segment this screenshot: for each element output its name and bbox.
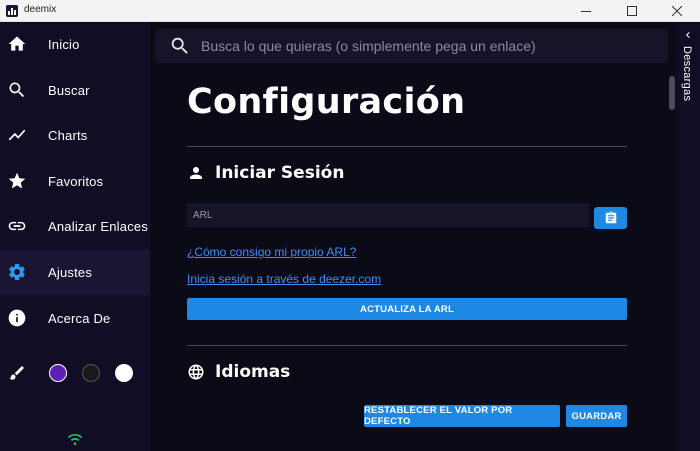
save-button[interactable]: GUARDAR	[566, 405, 627, 427]
search-icon	[169, 35, 191, 57]
downloads-label: Descargas	[681, 46, 693, 102]
sidebar-item-label: Inicio	[48, 37, 80, 52]
section-title: Iniciar Sesión	[215, 163, 345, 183]
globe-icon	[188, 364, 204, 380]
sidebar-item-label: Ajustes	[48, 265, 93, 280]
clipboard-icon	[605, 211, 616, 224]
close-icon	[672, 6, 682, 16]
maximize-button[interactable]	[609, 0, 655, 22]
theme-selector	[0, 362, 150, 386]
search-bar	[155, 29, 668, 63]
minimize-button[interactable]	[563, 0, 609, 22]
reset-defaults-button[interactable]: RESTABLECER EL VALOR POR DEFECTO	[364, 405, 560, 427]
sidebar-item-analizar-enlaces[interactable]: Analizar Enlaces	[0, 204, 150, 249]
gear-icon	[7, 262, 27, 282]
divider	[187, 146, 627, 147]
sidebar-item-label: Analizar Enlaces	[48, 219, 149, 234]
sidebar-item-charts[interactable]: Charts	[0, 113, 150, 158]
theme-swatch-purple[interactable]	[49, 364, 67, 382]
search-input[interactable]	[201, 35, 651, 57]
search-icon	[7, 80, 27, 100]
sidebar-item-favoritos[interactable]: Favoritos	[0, 159, 150, 204]
sidebar-item-label: Favoritos	[48, 174, 104, 189]
title-bar: deemix	[0, 0, 700, 22]
maximize-icon	[627, 6, 637, 16]
section-login-header: Iniciar Sesión	[187, 163, 344, 183]
theme-swatch-light[interactable]	[115, 364, 133, 382]
sidebar-item-buscar[interactable]: Buscar	[0, 68, 150, 113]
deezer-login-link[interactable]: Inicia sesión a través de deezer.com	[187, 272, 381, 286]
arl-help-link[interactable]: ¿Cómo consigo mi propio ARL?	[187, 245, 356, 259]
scrollbar-thumb[interactable]	[669, 76, 675, 110]
sidebar-item-label: Buscar	[48, 83, 90, 98]
trending-icon	[7, 125, 27, 145]
update-arl-button[interactable]: ACTUALIZA LA ARL	[187, 298, 627, 320]
section-title: Idiomas	[215, 362, 291, 382]
section-languages-header: Idiomas	[187, 362, 290, 382]
minimize-icon	[581, 11, 591, 12]
page-title: Configuración	[187, 82, 466, 122]
sidebar: Inicio Buscar Charts Favoritos Analizar …	[0, 22, 150, 451]
brush-icon	[8, 364, 26, 382]
theme-swatch-dark[interactable]	[82, 364, 100, 382]
star-icon	[7, 171, 27, 191]
close-button[interactable]	[654, 0, 700, 22]
main-content: Configuración Iniciar Sesión ¿Cómo consi…	[150, 22, 668, 451]
home-icon	[7, 34, 27, 54]
link-icon	[7, 216, 27, 236]
paste-arl-button[interactable]	[594, 207, 627, 229]
divider	[187, 345, 627, 346]
sidebar-item-inicio[interactable]: Inicio	[0, 22, 150, 67]
window-title: deemix	[24, 4, 57, 15]
wifi-icon	[67, 432, 83, 446]
chevron-left-icon	[682, 28, 694, 40]
sidebar-item-ajustes[interactable]: Ajustes	[0, 250, 150, 295]
info-icon	[7, 308, 27, 328]
downloads-panel-toggle[interactable]: Descargas	[676, 22, 700, 451]
arl-input[interactable]	[187, 203, 589, 227]
sidebar-item-acerca-de[interactable]: Acerca De	[0, 296, 150, 341]
sidebar-item-label: Charts	[48, 128, 88, 143]
deemix-logo-icon	[6, 5, 18, 17]
sidebar-item-label: Acerca De	[48, 311, 111, 326]
person-icon	[190, 167, 202, 179]
